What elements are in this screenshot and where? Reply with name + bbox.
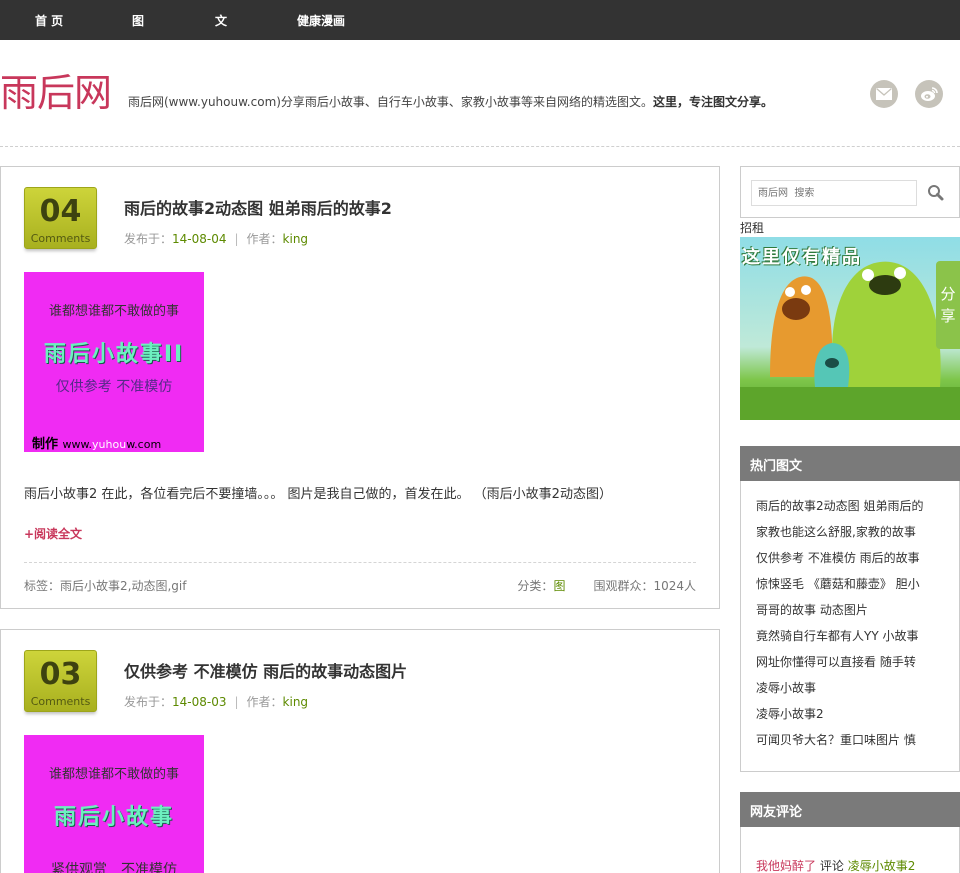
tagline-bold: 这里，专注图文分享。	[652, 95, 773, 109]
list-item[interactable]: 雨后的故事2动态图 姐弟雨后的	[756, 493, 936, 519]
header-divider	[0, 146, 960, 147]
meta-separator: |	[234, 695, 239, 709]
hot-posts-list: 雨后的故事2动态图 姐弟雨后的 家教也能这么舒服,家教的故事 仅供参考 不准模仿…	[741, 481, 959, 753]
thumb-line3: 仅供参考 不准模仿	[55, 379, 173, 395]
post-author[interactable]: king	[283, 232, 309, 246]
read-more-link[interactable]: +阅读全文	[24, 525, 82, 542]
thumb-credit: 制作 www.yuhouw.com	[32, 433, 161, 452]
post-category[interactable]: 图	[553, 579, 565, 593]
post-meta: 发布于：14-08-04 | 作者：king	[124, 230, 308, 247]
comment-verb: 评论	[819, 859, 844, 873]
comment-entry: 我他妈醉了 评论 凌辱小故事2	[756, 857, 915, 873]
mail-icon[interactable]	[870, 80, 898, 108]
post-date-badge[interactable]: 03 Comments	[24, 650, 97, 712]
search-box	[740, 166, 960, 218]
list-item[interactable]: 竟然骑自行车都有人YY 小故事	[756, 623, 936, 649]
author-label: 作者：	[246, 695, 283, 709]
post-title[interactable]: 雨后的故事2动态图 姐弟雨后的故事2	[124, 195, 392, 219]
post-title[interactable]: 仅供参考 不准模仿 雨后的故事动态图片	[124, 658, 407, 682]
list-item[interactable]: 可闻贝爷大名？重口味图片 慎	[756, 727, 936, 753]
post-day: 03	[39, 657, 82, 692]
share-tab[interactable]: 分 享	[936, 261, 960, 349]
hot-posts-title: 热门图文	[740, 446, 960, 481]
tagline-main: 雨后网(www.yuhouw.com)分享雨后小故事、自行车小故事、家教小故事等…	[128, 95, 653, 109]
list-item[interactable]: 凌辱小故事2	[756, 701, 936, 727]
thumb-line1: 谁都想谁都不敢做的事	[48, 304, 179, 319]
list-item[interactable]: 家教也能这么舒服,家教的故事	[756, 519, 936, 545]
post-tags: 标签：雨后小故事2,动态图,gif	[24, 579, 187, 593]
top-nav: 首 页 图 文 健康漫画	[0, 0, 960, 40]
comment-user[interactable]: 我他妈醉了	[756, 859, 816, 873]
published-label: 发布于：	[124, 695, 173, 709]
list-item[interactable]: 凌辱小故事	[756, 675, 936, 701]
comments-label: Comments	[30, 695, 91, 708]
list-item[interactable]: 网址你懂得可以直接看 随手转	[756, 649, 936, 675]
post-meta: 发布于：14-08-03 | 作者：king	[124, 693, 308, 710]
meta-separator: |	[234, 232, 239, 246]
thumb-line2: 雨后小故事II	[43, 342, 185, 367]
published-label: 发布于：	[124, 232, 173, 246]
post-card: 04 Comments 雨后的故事2动态图 姐弟雨后的故事2 发布于：14-08…	[0, 166, 720, 609]
ad-label: 招租	[740, 221, 765, 235]
thumb-credit-made: 制作	[32, 437, 59, 452]
ad-banner[interactable]: 这里仅有精品	[740, 237, 960, 420]
post-card: 03 Comments 仅供参考 不准模仿 雨后的故事动态图片 发布于：14-0…	[0, 629, 720, 873]
post-date: 14-08-04	[172, 232, 227, 246]
nav-images[interactable]: 图	[132, 12, 144, 29]
site-logo[interactable]: 雨后网	[0, 70, 112, 116]
comments-label: Comments	[30, 232, 91, 245]
post-footer-right: 分类：图 围观群众：1024人	[517, 577, 696, 594]
thumb-credit-tld: w.com	[126, 438, 162, 451]
thumb-line3: 紧供观赏 不准模仿	[51, 862, 177, 873]
share-tab-char1: 分	[940, 285, 956, 303]
site-tagline: 雨后网(www.yuhouw.com)分享雨后小故事、自行车小故事、家教小故事等…	[128, 93, 773, 110]
thumb-line2: 雨后小故事	[53, 805, 174, 830]
share-tab-char2: 享	[940, 307, 956, 325]
nav-health-comics[interactable]: 健康漫画	[297, 12, 345, 29]
list-item[interactable]: 哥哥的故事 动态图片	[756, 597, 936, 623]
weibo-icon[interactable]	[915, 80, 943, 108]
nav-home[interactable]: 首 页	[35, 12, 63, 29]
post-thumbnail[interactable]: 谁都想谁都不敢做的事 雨后小故事 紧供观赏 不准模仿	[24, 735, 204, 873]
search-icon[interactable]	[925, 182, 947, 204]
thumb-credit-domain: yuhou	[92, 438, 127, 451]
category-label: 分类：	[517, 579, 554, 593]
ad-monsters-illustration	[740, 261, 960, 420]
post-views: 围观群众：1024人	[593, 579, 696, 593]
post-date-badge[interactable]: 04 Comments	[24, 187, 97, 249]
post-divider	[24, 562, 696, 563]
thumb-credit-www: www.	[62, 438, 93, 451]
thumb-line1: 谁都想谁都不敢做的事	[48, 767, 179, 782]
nav-articles[interactable]: 文	[215, 12, 227, 29]
hot-posts-widget: 雨后的故事2动态图 姐弟雨后的 家教也能这么舒服,家教的故事 仅供参考 不准模仿…	[740, 481, 960, 772]
comment-target[interactable]: 凌辱小故事2	[848, 859, 916, 873]
post-day: 04	[39, 194, 82, 229]
search-input[interactable]	[751, 180, 917, 206]
comments-widget-title: 网友评论	[740, 792, 960, 827]
post-date: 14-08-03	[172, 695, 227, 709]
list-item[interactable]: 仅供参考 不准模仿 雨后的故事	[756, 545, 936, 571]
comments-widget: 我他妈醉了 评论 凌辱小故事2	[740, 827, 960, 873]
post-author[interactable]: king	[283, 695, 309, 709]
author-label: 作者：	[246, 232, 283, 246]
post-excerpt: 雨后小故事2 在此，各位看完后不要撞墙。。。 图片是我自己做的，首发在此。 （雨…	[24, 487, 612, 502]
post-thumbnail[interactable]: 谁都想谁都不敢做的事 雨后小故事II 仅供参考 不准模仿 制作 www.yuho…	[24, 272, 204, 452]
list-item[interactable]: 惊悚竖毛 《蘑菇和藤壶》 胆小	[756, 571, 936, 597]
